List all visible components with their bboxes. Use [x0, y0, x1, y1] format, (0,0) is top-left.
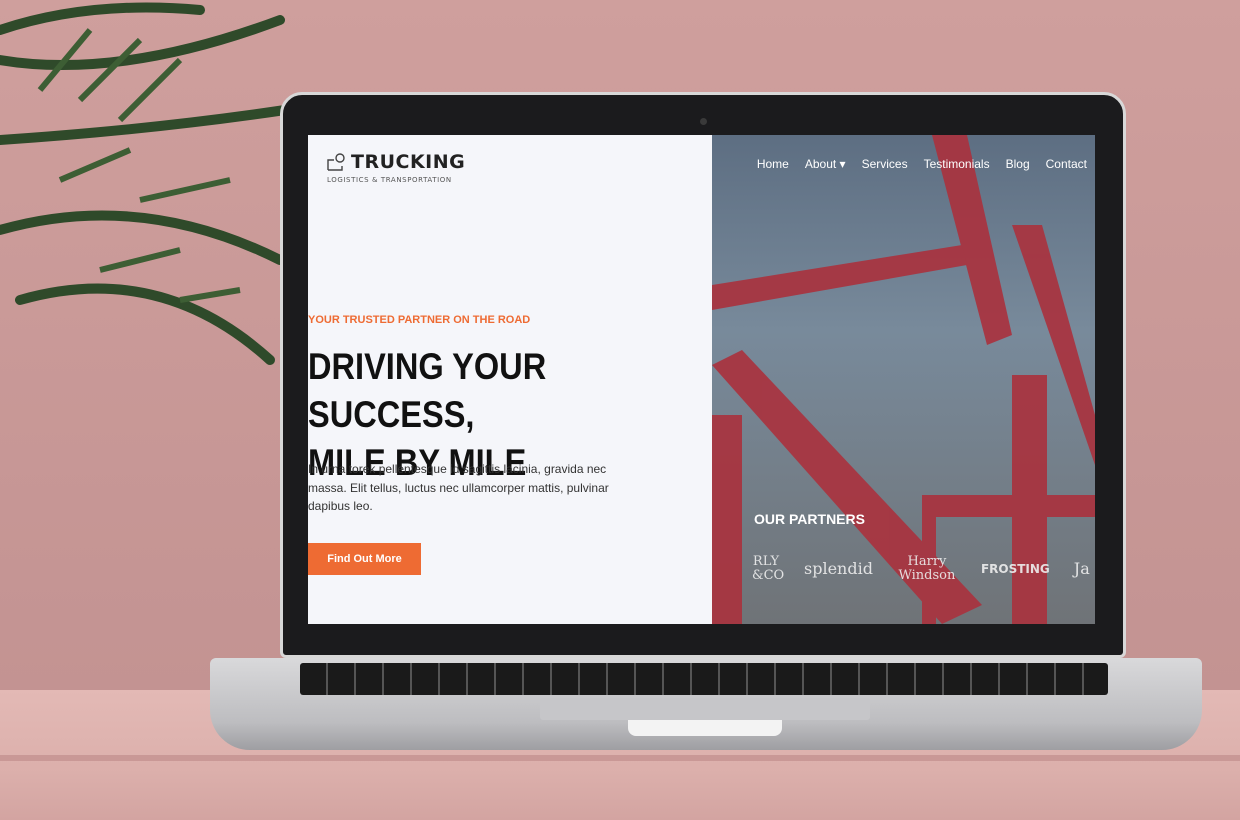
- partner-logo: splendid: [804, 559, 873, 578]
- shelf-edge: [0, 755, 1240, 761]
- hero-description: In urna torek pellentesque id sagittis l…: [308, 462, 609, 513]
- hero-left-panel: TRUCKING LOGISTICS & TRANSPORTATION YOUR…: [308, 135, 712, 624]
- website-screen: TRUCKING LOGISTICS & TRANSPORTATION YOUR…: [308, 135, 1095, 624]
- hero-image-panel: Home About ▾ Services Testimonials Blog …: [712, 135, 1095, 624]
- logo-name: TRUCKING: [351, 151, 466, 173]
- main-nav: Home About ▾ Services Testimonials Blog …: [757, 157, 1087, 171]
- nav-about[interactable]: About ▾: [805, 157, 846, 171]
- partner-logo: Ja: [1073, 559, 1090, 578]
- laptop-notch: [628, 720, 782, 736]
- palm-plant: [0, 2, 290, 365]
- headline-line-1: DRIVING YOUR SUCCESS,: [308, 346, 547, 435]
- nav-blog[interactable]: Blog: [1006, 157, 1030, 171]
- map-pin-route-icon: [327, 153, 345, 171]
- trackpad: [540, 698, 870, 720]
- keyboard: [300, 663, 1108, 695]
- site-logo[interactable]: TRUCKING: [326, 151, 465, 173]
- nav-services[interactable]: Services: [862, 157, 908, 171]
- hero-tagline: YOUR TRUSTED PARTNER ON THE ROAD: [308, 314, 531, 326]
- partners-title: OUR PARTNERS: [754, 511, 865, 527]
- partner-logo: RLY &CO: [752, 554, 785, 583]
- nav-testimonials[interactable]: Testimonials: [924, 157, 990, 171]
- nav-home[interactable]: Home: [757, 157, 789, 171]
- partner-logo: Harry Windson: [898, 554, 956, 583]
- nav-contact[interactable]: Contact: [1046, 157, 1087, 171]
- find-out-more-button[interactable]: Find Out More: [308, 543, 421, 575]
- partner-logo: FROSTING: [980, 562, 1050, 576]
- webcam-icon: [700, 118, 707, 125]
- partner-logos: RLY &CO splendid Harry Windson FROSTING …: [752, 555, 1090, 583]
- crane-photo: [712, 135, 1095, 624]
- logo-subtitle: LOGISTICS & TRANSPORTATION: [327, 176, 452, 184]
